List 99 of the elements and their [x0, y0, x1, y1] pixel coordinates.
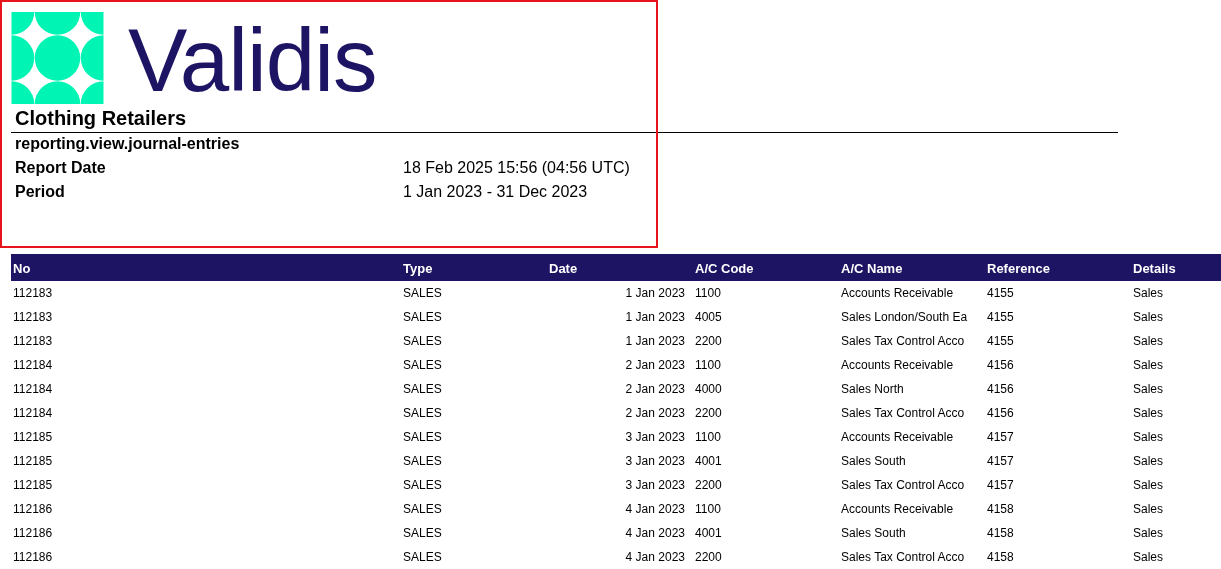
table-cell-text: 4155 [986, 333, 1015, 350]
table-cell-text: 1 Jan 2023 [624, 333, 686, 350]
table-cell-text: SALES [402, 429, 443, 446]
table-cell-text: 2200 [694, 477, 723, 494]
table-cell-text: SALES [402, 309, 443, 326]
table-cell-text: Sales [1132, 549, 1165, 566]
table-cell-text: 112186 [12, 525, 54, 542]
company-name: Clothing Retailers [15, 106, 188, 130]
table-cell-text: Sales North [840, 381, 905, 398]
logo-wordmark: Validis [128, 18, 377, 102]
column-header: Details [1131, 254, 1221, 281]
field-value: 1 Jan 2023 - 31 Dec 2023 [403, 182, 588, 202]
table-cell: SALES [401, 281, 547, 305]
table-cell-text: 1100 [694, 501, 722, 518]
column-header: Reference [985, 254, 1131, 281]
field-label: Report Date [15, 158, 107, 178]
table-cell-text: Sales [1132, 453, 1165, 470]
table-cell-text: SALES [402, 477, 443, 494]
table-cell-text: 4 Jan 2023 [624, 549, 686, 566]
table-cell-text: SALES [402, 453, 443, 470]
table-cell-text: Sales [1132, 309, 1165, 326]
table-cell-text: 4156 [986, 405, 1015, 422]
table-cell-text: 4158 [986, 501, 1015, 518]
table-cell-text: 4 Jan 2023 [624, 525, 686, 542]
table-cell-text: 4005 [694, 309, 723, 326]
table-cell-text: 4158 [986, 525, 1015, 542]
table-cell-text: Sales Tax Control Acco [840, 477, 966, 494]
table-cell-text: Sales [1132, 429, 1165, 446]
table-cell: Accounts Receivable [839, 281, 985, 305]
table-cell-text: Sales London/South Ea [840, 309, 969, 326]
table-cell-text: 4001 [694, 453, 723, 470]
report-name: reporting.view.journal-entries [15, 134, 241, 154]
table-cell-text: 4 Jan 2023 [624, 501, 686, 518]
table-cell-text: SALES [402, 501, 443, 518]
table-cell-text: Sales [1132, 357, 1165, 374]
table-cell-text: SALES [402, 549, 443, 566]
table-cell-text: 4156 [986, 357, 1015, 374]
field-value: 18 Feb 2025 15:56 (04:56 UTC) [403, 158, 630, 178]
field-label: Period [15, 182, 66, 202]
table-cell-text: SALES [402, 405, 443, 422]
table-cell-text: Sales Tax Control Acco [840, 405, 966, 422]
table-cell-text: Sales [1132, 501, 1165, 518]
table-cell-text: Sales South [840, 525, 907, 542]
table-cell-text: 4157 [986, 429, 1015, 446]
table-cell-text: 112185 [12, 429, 54, 446]
table-cell-text: 4001 [694, 525, 723, 542]
table-cell-text: 4155 [986, 309, 1015, 326]
table-cell-text: 1100 [694, 357, 722, 374]
table-cell-text: SALES [402, 357, 443, 374]
table-cell-text: 112183 [12, 333, 54, 350]
table-cell-text: 112185 [12, 477, 54, 494]
table-cell: 1 Jan 2023 [547, 281, 693, 305]
table-cell-text: Accounts Receivable [840, 501, 955, 518]
table-cell-text: 112184 [12, 405, 54, 422]
table-cell-text: Sales [1132, 525, 1165, 542]
table-cell-text: SALES [402, 381, 443, 398]
table-cell-text: Sales [1132, 333, 1165, 350]
table-cell-text: 4156 [986, 381, 1015, 398]
table-cell-text: 3 Jan 2023 [624, 477, 686, 494]
table-cell-text: 2 Jan 2023 [624, 381, 686, 398]
table-cell: 1100 [693, 281, 839, 305]
table-cell-text: Sales [1132, 477, 1165, 494]
table-cell: Sales [1131, 281, 1221, 305]
table-cell-text: SALES [402, 333, 443, 350]
table-cell: 112183 [11, 281, 401, 305]
logo-icon [11, 12, 104, 104]
table-cell-text: 4157 [986, 477, 1015, 494]
column-header: A/C Name [839, 254, 985, 281]
table-cell-text: 112184 [12, 381, 54, 398]
table-cell-text: Sales Tax Control Acco [840, 549, 966, 566]
table-cell-text: 1100 [694, 429, 722, 446]
table-cell-text: 4157 [986, 453, 1015, 470]
column-header: A/C Code [693, 254, 839, 281]
table-cell-text: Sales [1132, 405, 1165, 422]
table-cell-text: 4158 [986, 549, 1015, 566]
table-cell-text: 4000 [694, 381, 723, 398]
column-header: No [11, 254, 401, 281]
table-cell-text: Sales Tax Control Acco [840, 333, 966, 350]
table-cell-text: 3 Jan 2023 [624, 453, 686, 470]
column-header: Type [401, 254, 547, 281]
table-cell-text: 2 Jan 2023 [624, 405, 686, 422]
table-cell-text: 112186 [12, 501, 54, 518]
table-cell-text: 2200 [694, 405, 723, 422]
table-cell-text: 2200 [694, 549, 723, 566]
table-cell-text: 2 Jan 2023 [624, 357, 686, 374]
table-cell-text: 112183 [12, 309, 54, 326]
table-cell-text: SALES [402, 525, 443, 542]
table-cell-text: 112185 [12, 453, 54, 470]
table-cell-text: 3 Jan 2023 [624, 429, 686, 446]
table-cell-text: Sales [1132, 381, 1165, 398]
table-cell-text: Accounts Receivable [840, 357, 955, 374]
table-cell-text: 112186 [12, 549, 54, 566]
table-cell-text: Sales South [840, 453, 907, 470]
column-header: Date [547, 254, 693, 281]
table-cell-text: 112184 [12, 357, 54, 374]
table-cell-text: 1 Jan 2023 [624, 309, 686, 326]
table-cell: 4155 [985, 281, 1131, 305]
table-cell-text: Accounts Receivable [840, 429, 955, 446]
table-cell-text: 2200 [694, 333, 723, 350]
